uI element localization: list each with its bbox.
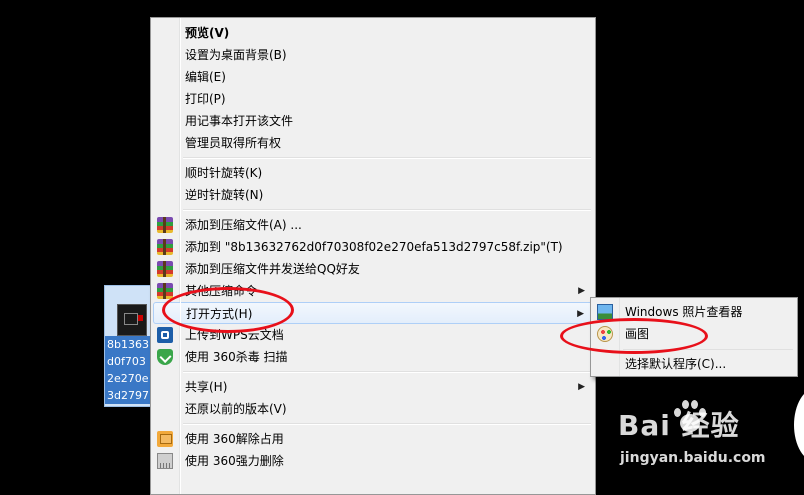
submenu-item[interactable]: 选择默认程序(C)...: [593, 353, 795, 375]
menu-item-label: 预览(V): [185, 26, 230, 40]
desktop-file-icon[interactable]: 8b1363 d0f703 2e270e 3d2797: [104, 285, 153, 407]
shredder-icon: [157, 453, 173, 469]
menu-item[interactable]: 逆时针旋转(N): [153, 184, 593, 206]
menu-item[interactable]: 添加到压缩文件并发送给QQ好友: [153, 258, 593, 280]
menu-item-label: 添加到 "8b13632762d0f70308f02e270efa513d279…: [185, 240, 563, 254]
winrar-icon: [157, 239, 173, 255]
menu-item[interactable]: 顺时针旋转(K): [153, 162, 593, 184]
context-menu: 预览(V) 设置为桌面背景(B) 编辑(E) 打印(P) 用记事本打开该文件 管理员取得所…: [150, 17, 596, 495]
menu-item[interactable]: 还原以前的版本(V): [153, 398, 593, 420]
menu-item-label: 编辑(E): [185, 70, 226, 84]
menu-item-label: 还原以前的版本(V): [185, 402, 287, 416]
unlock-icon: [157, 431, 173, 447]
menu-item[interactable]: 添加到 "8b13632762d0f70308f02e270efa513d279…: [153, 236, 593, 258]
menu-separator: [183, 371, 591, 373]
submenu-item-label: 选择默认程序(C)...: [625, 357, 727, 371]
image-thumbnail: [117, 304, 147, 336]
winrar-icon: [157, 261, 173, 277]
menu-item[interactable]: 使用 360强力删除: [153, 450, 593, 472]
menu-item[interactable]: 管理员取得所有权: [153, 132, 593, 154]
menu-item-label: 共享(H): [185, 380, 228, 394]
winrar-icon: [157, 283, 173, 299]
menu-item-label: 逆时针旋转(N): [185, 188, 264, 202]
menu-item-label: 使用 360杀毒 扫描: [185, 350, 288, 364]
watermark-url: jingyan.baidu.com: [620, 450, 766, 466]
menu-item[interactable]: 用记事本打开该文件: [153, 110, 593, 132]
menu-item-label: 使用 360强力删除: [185, 454, 284, 468]
menu-item-label: 使用 360解除占用: [185, 432, 284, 446]
menu-item[interactable]: 预览(V): [153, 22, 593, 44]
menu-separator: [183, 209, 591, 211]
menu-item[interactable]: 使用 360杀毒 扫描: [153, 346, 593, 368]
menu-item[interactable]: 添加到压缩文件(A) ...: [153, 214, 593, 236]
menu-item[interactable]: 使用 360解除占用: [153, 428, 593, 450]
menu-item[interactable]: 共享(H) ▶: [153, 376, 593, 398]
annotation-ellipse-open-with: [162, 287, 294, 333]
menu-item-label: 添加到压缩文件(A) ...: [185, 218, 302, 232]
menu-item-label: 添加到压缩文件并发送给QQ好友: [185, 262, 360, 276]
menu-item-label: 管理员取得所有权: [185, 136, 282, 150]
menu-item[interactable]: 设置为桌面背景(B): [153, 44, 593, 66]
annotation-ellipse-paint: [560, 318, 708, 354]
submenu-arrow-icon: ▶: [577, 309, 584, 319]
menu-item-label: 设置为桌面背景(B): [185, 48, 287, 62]
menu-separator: [183, 423, 591, 425]
menu-item-label: 打印(P): [185, 92, 226, 106]
menu-separator: [183, 157, 591, 159]
menu-item-label: 顺时针旋转(K): [185, 166, 263, 180]
baidu-paw-icon: [672, 398, 706, 434]
menu-item-label: 用记事本打开该文件: [185, 114, 294, 128]
winrar-icon: [157, 217, 173, 233]
360-shield-icon: [157, 349, 173, 365]
menu-item[interactable]: 打印(P): [153, 88, 593, 110]
submenu-arrow-icon: ▶: [578, 286, 585, 296]
submenu-arrow-icon: ▶: [578, 382, 585, 392]
wps-cloud-icon: [157, 327, 173, 343]
photo-viewer-icon: [597, 304, 613, 320]
desktop-file-name: 8b1363 d0f703 2e270e 3d2797: [105, 336, 153, 404]
menu-item[interactable]: 编辑(E): [153, 66, 593, 88]
